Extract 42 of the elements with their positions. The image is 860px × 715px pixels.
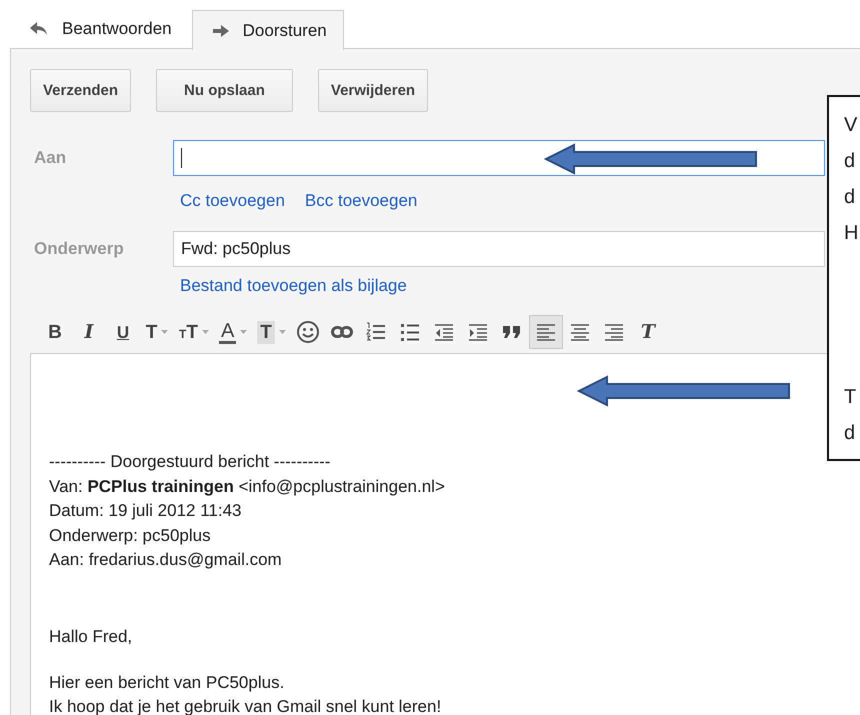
input-field[interactable]: Fwd: pc50plus xyxy=(173,231,825,267)
message-paragraph: Hier een bericht van PC50plus. Ik hoop dat je het gebruik van Gmail snel kunt leren! xyxy=(49,672,442,715)
bold-button[interactable]: B xyxy=(38,315,72,349)
align-left-button[interactable] xyxy=(528,315,563,349)
clear-button[interactable]: T xyxy=(630,315,665,349)
callout-text: d xyxy=(844,149,856,174)
align-left-icon xyxy=(536,323,556,341)
toolbar-button[interactable]: Verzenden xyxy=(30,69,132,112)
smiley-icon xyxy=(296,320,320,344)
field-label: Onderwerp xyxy=(33,239,125,259)
color-button[interactable]: A xyxy=(214,315,252,349)
field-label: Aan xyxy=(33,148,68,168)
numbered-list-icon xyxy=(366,322,386,342)
tab[interactable]: Beantwoorden xyxy=(24,10,192,48)
callout-text: H xyxy=(844,221,860,246)
message-paragraph: Hallo Fred, xyxy=(49,626,134,648)
size-button[interactable]: TT xyxy=(174,315,214,349)
link[interactable]: Bestand toevoegen als bijlage xyxy=(180,276,407,296)
outdent-icon xyxy=(434,323,454,341)
reply-arrow-icon xyxy=(30,22,48,36)
callout-text: T xyxy=(844,385,858,410)
highlight-button[interactable]: T xyxy=(252,315,291,349)
italic-button[interactable]: I xyxy=(72,315,106,349)
link[interactable]: Bcc toevoegen xyxy=(304,191,418,211)
toolbar-button[interactable]: Nu opslaan xyxy=(156,69,293,112)
toolbar-button[interactable]: Verwijderen xyxy=(318,69,428,112)
right-arrow-icon xyxy=(212,24,229,36)
quote-icon xyxy=(502,325,522,339)
callout-text: d xyxy=(844,421,856,446)
bullet-list-icon xyxy=(400,322,420,342)
message-editor[interactable] xyxy=(30,353,860,715)
link-icon xyxy=(330,326,353,338)
font-button[interactable]: T xyxy=(140,315,174,349)
align-right-icon xyxy=(604,323,624,341)
forwarded-header: ---------- Doorgestuurd bericht ---------- Van: PCPlus trainingen <info@pcplustrainingen.nl> Datum: 19 juli 2012 11:43 Onderwerp: pc50plus Aan: fredarius.dus@gmail.com xyxy=(49,451,446,571)
underline-button[interactable]: U xyxy=(106,315,140,349)
indent-icon xyxy=(468,323,488,341)
align-center-icon xyxy=(570,323,590,341)
link[interactable]: Cc toevoegen xyxy=(180,191,285,211)
tab[interactable]: Doorsturen xyxy=(192,10,344,50)
callout-text: V xyxy=(844,113,858,138)
callout-text: d xyxy=(844,185,856,210)
